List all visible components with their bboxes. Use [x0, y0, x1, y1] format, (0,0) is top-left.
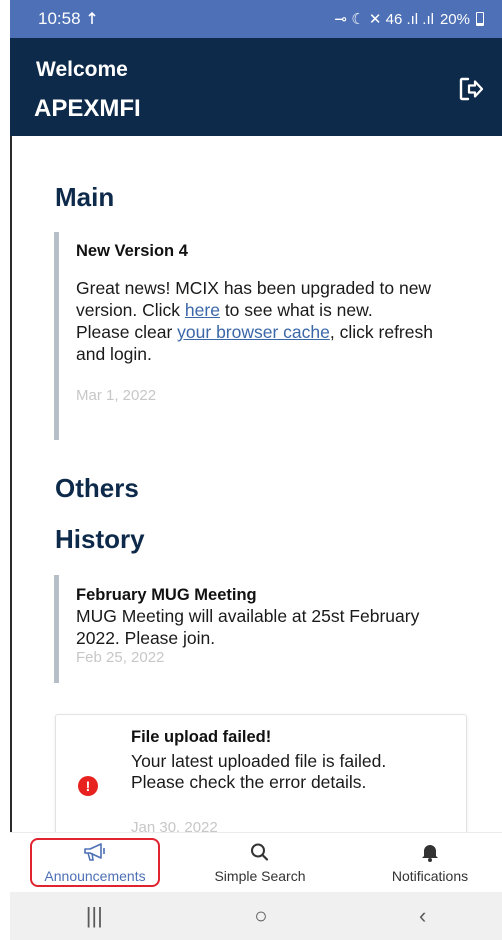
- bell-icon: [422, 845, 438, 862]
- history-card: February MUG Meeting MUG Meeting will av…: [54, 575, 484, 683]
- section-title-history: History: [55, 524, 145, 554]
- company-name: APEXMFI: [34, 95, 141, 122]
- battery-icon: [476, 12, 484, 26]
- history-body: MUG Meeting will available at 25st Febru…: [76, 606, 420, 648]
- history-date: Feb 25, 2022: [76, 649, 165, 666]
- notification-title: File upload failed!: [131, 728, 272, 746]
- tab-simple-search-label: Simple Search: [214, 868, 306, 884]
- section-title-main: Main: [55, 182, 115, 212]
- tab-notifications[interactable]: Notifications: [365, 833, 495, 893]
- upload-indicator-icon: [87, 12, 96, 24]
- announcement-card: New Version 4 Great news! MCIX has been …: [54, 232, 484, 440]
- megaphone-icon: [84, 843, 105, 861]
- home-button[interactable]: ○: [254, 903, 267, 929]
- system-nav-bar: ||| ○ ‹: [10, 892, 502, 940]
- error-icon: !: [78, 776, 98, 796]
- announcement-title: New Version 4: [76, 242, 188, 260]
- logout-icon[interactable]: [458, 76, 484, 102]
- notification-card[interactable]: ! File upload failed! Your latest upload…: [55, 714, 467, 832]
- recents-button[interactable]: |||: [86, 903, 103, 929]
- announcement-text-3: Please clear: [76, 322, 178, 342]
- welcome-label: Welcome: [36, 58, 128, 81]
- status-left: 10:58: [38, 9, 97, 29]
- status-indicators: ⊸ ☾ ✕ 46 .ıl .ıl 20%: [335, 10, 484, 28]
- section-title-others: Others: [55, 473, 139, 503]
- here-link[interactable]: here: [185, 300, 220, 320]
- bottom-nav: Announcements Simple Search Notification…: [10, 832, 502, 892]
- signal-indicators: ⊸ ☾ ✕ 46 .ıl .ıl: [334, 11, 434, 28]
- announcement-text-2: to see what is new.: [219, 300, 373, 320]
- announcement-body: Great news! MCIX has been upgraded to ne…: [76, 277, 446, 365]
- history-title: February MUG Meeting: [76, 586, 257, 604]
- clock: 10:58: [38, 9, 81, 28]
- announcements-content[interactable]: Main New Version 4 Great news! MCIX has …: [12, 136, 502, 832]
- tab-announcements-label: Announcements: [44, 868, 146, 884]
- tab-announcements[interactable]: Announcements: [30, 833, 160, 893]
- app-header: Welcome APEXMFI: [10, 38, 502, 136]
- browser-cache-link[interactable]: your browser cache: [177, 322, 330, 342]
- tab-notifications-label: Notifications: [391, 868, 469, 884]
- notification-date: Jan 30, 2022: [131, 819, 218, 832]
- search-icon: [251, 843, 269, 861]
- back-button[interactable]: ‹: [419, 903, 426, 929]
- app-screen: 10:58 ⊸ ☾ ✕ 46 .ıl .ıl 20% Welcome APEXM…: [0, 0, 502, 940]
- tab-simple-search[interactable]: Simple Search: [195, 833, 325, 893]
- announcement-date: Mar 1, 2022: [76, 387, 157, 404]
- battery-percent: 20%: [439, 10, 470, 28]
- status-bar: 10:58 ⊸ ☾ ✕ 46 .ıl .ıl 20%: [10, 0, 502, 38]
- notification-body: Your latest uploaded file is failed. Ple…: [131, 751, 387, 792]
